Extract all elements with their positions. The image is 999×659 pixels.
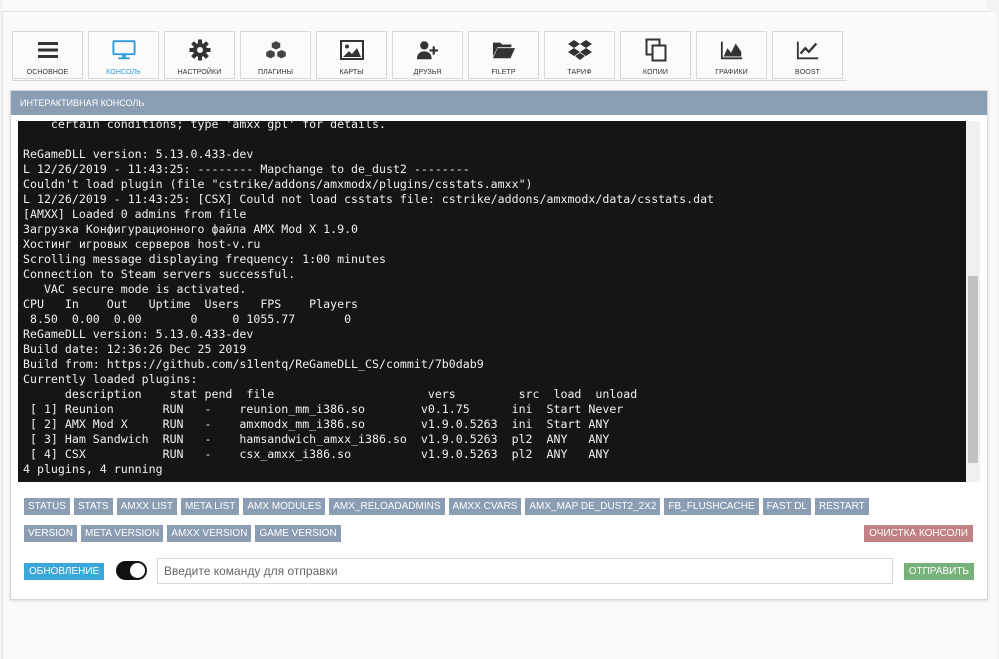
tab-label: КОПИИ (642, 69, 669, 76)
command-button-stats[interactable]: STATS (73, 498, 113, 515)
tab-area-chart[interactable]: ГРАФИКИ (696, 31, 767, 79)
tab-label: ДРУЗЬЯ (413, 69, 442, 76)
console-line: ReGameDLL version: 5.13.0.433-dev (23, 147, 254, 161)
tab-label: НАСТРОЙКИ (177, 69, 222, 76)
command-button-amx-reloadadmins[interactable]: AMX_RELOADADMINS (329, 498, 445, 515)
dropbox-icon (567, 38, 592, 62)
console-text: certain conditions; type 'amxx gpl' for … (23, 121, 968, 477)
console-line: ReGameDLL version: 5.13.0.433-dev (23, 327, 254, 341)
console-line: [AMXX] Loaded 0 admins from file (23, 207, 247, 221)
console-line: VAC secure mode is activated. (23, 282, 247, 296)
tab-copy[interactable]: КОПИИ (620, 31, 691, 79)
refresh-button[interactable]: ОБНОВЛЕНИЕ (24, 563, 105, 580)
console-line: Build from: https://github.com/s1lentq/R… (23, 357, 484, 371)
monitor-icon (111, 38, 136, 62)
main-toolbar: ОСНОВНОЕ КОНСОЛЬ НАСТРОЙКИ ПЛАГИНЫ КАРТЫ ДРУЗ… (12, 31, 848, 79)
command-button-version[interactable]: VERSION (24, 525, 78, 542)
line-chart-icon (796, 38, 820, 62)
console-line: Couldn't load plugin (file "cstrike/addo… (23, 177, 533, 191)
tab-label: КОНСОЛЬ (106, 69, 141, 76)
tab-gear[interactable]: НАСТРОЙКИ (164, 31, 235, 79)
toolbar-divider (12, 80, 847, 81)
clear-console-button[interactable]: ОЧИСТКА КОНСОЛИ (864, 525, 973, 542)
tab-line-chart[interactable]: BOOST (772, 31, 843, 79)
console-output[interactable]: certain conditions; type 'amxx gpl' for … (18, 121, 980, 482)
menu-icon (36, 38, 60, 62)
console-line: certain conditions; type 'amxx gpl' for … (23, 121, 386, 131)
gear-icon (188, 38, 212, 62)
console-line: Build date: 12:36:26 Dec 25 2019 (23, 342, 247, 356)
command-button-amxx-version[interactable]: AMXX VERSION (167, 525, 252, 542)
copy-icon (644, 38, 668, 62)
page: ОСНОВНОЕ КОНСОЛЬ НАСТРОЙКИ ПЛАГИНЫ КАРТЫ ДРУЗ… (0, 0, 999, 659)
command-buttons-row-2: VERSION META VERSION AMXX VERSION GAME VERS… (24, 525, 345, 542)
tab-label: BOOST (794, 69, 820, 76)
tab-label: ГРАФИКИ (715, 69, 748, 76)
tab-label: ОСНОВНОЕ (26, 69, 69, 76)
image-icon (339, 38, 364, 62)
command-buttons-row-1: STATUS STATS AMXX LIST META LIST AMX MODULES… (24, 498, 873, 515)
command-button-amx-map-de-dust2-2x2[interactable]: AMX_MAP DE_DUST2_2X2 (525, 498, 661, 515)
console-line: 4 plugins, 4 running (23, 462, 163, 476)
console-line: L 12/26/2019 - 11:43:25: -------- Mapcha… (23, 162, 470, 176)
console-line: [ 4] CSX RUN - csx_amxx_i386.so v1.9.0.5… (23, 447, 610, 461)
auto-refresh-toggle[interactable] (116, 561, 147, 580)
command-button-meta-list[interactable]: META LIST (180, 498, 240, 515)
command-button-game-version[interactable]: GAME VERSION (255, 525, 341, 542)
tab-label: КАРТЫ (339, 69, 364, 76)
command-button-amxx-cvars[interactable]: AMXX CVARS (448, 498, 522, 515)
tab-image[interactable]: КАРТЫ (316, 31, 387, 79)
folder-open-icon (492, 38, 516, 62)
panel-title: ИНТЕРАКТИВНАЯ КОНСОЛЬ (11, 91, 987, 115)
command-button-meta-version[interactable]: META VERSION (81, 525, 164, 542)
command-button-amxx-list[interactable]: AMXX LIST (116, 498, 177, 515)
console-line: Загрузка Конфигурационного файла AMX Mod… (23, 222, 359, 236)
console-scrollbar[interactable] (966, 121, 980, 482)
command-button-fb-flushcache[interactable]: FB_FLUSHCACHE (664, 498, 759, 515)
area-chart-icon (720, 38, 744, 62)
command-button-fast-dl[interactable]: FAST DL (762, 498, 811, 515)
user-plus-icon (416, 38, 440, 62)
console-line: [ 3] Ham Sandwich RUN - hamsandwich_amxx… (23, 432, 610, 446)
console-line: Scrolling message displaying frequency: … (23, 252, 386, 266)
console-line: description stat pend file vers src load… (23, 387, 638, 401)
console-line: Connection to Steam servers successful. (23, 267, 296, 281)
console-line: [ 1] Reunion RUN - reunion_mm_i386.so v0… (23, 402, 624, 416)
tab-label: FILETP (491, 69, 516, 76)
send-button[interactable]: ОТПРАВИТЬ (903, 563, 974, 580)
toggle-knob (130, 563, 145, 578)
command-button-amx-modules[interactable]: AMX MODULES (243, 498, 326, 515)
console-line: 8.50 0.00 0.00 0 0 1055.77 0 (23, 312, 352, 326)
cubes-icon (264, 38, 288, 62)
console-line: Хостинг игровых серверов host-v.ru (23, 237, 261, 251)
tab-menu[interactable]: ОСНОВНОЕ (12, 31, 83, 79)
command-input[interactable] (157, 558, 893, 584)
console-line: Currently loaded plugins: (23, 372, 198, 386)
scrollbar-thumb[interactable] (968, 276, 978, 463)
console-panel: ИНТЕРАКТИВНАЯ КОНСОЛЬ certain conditions… (10, 90, 988, 600)
tab-label: ТАРИФ (567, 69, 592, 76)
tab-folder-open[interactable]: FILETP (468, 31, 539, 79)
console-line: [ 2] AMX Mod X RUN - amxmodx_mm_i386.so … (23, 417, 610, 431)
console-line: L 12/26/2019 - 11:43:25: [CSX] Could not… (23, 192, 715, 206)
command-button-status[interactable]: STATUS (24, 498, 70, 515)
tab-dropbox[interactable]: ТАРИФ (544, 31, 615, 79)
console-line: CPU In Out Uptime Users FPS Players (23, 297, 359, 311)
top-strip (2, 0, 987, 12)
tab-monitor[interactable]: КОНСОЛЬ (88, 31, 159, 79)
tab-user-plus[interactable]: ДРУЗЬЯ (392, 31, 463, 79)
tab-cubes[interactable]: ПЛАГИНЫ (240, 31, 311, 79)
tab-label: ПЛАГИНЫ (257, 69, 294, 76)
command-button-restart[interactable]: RESTART (814, 498, 869, 515)
